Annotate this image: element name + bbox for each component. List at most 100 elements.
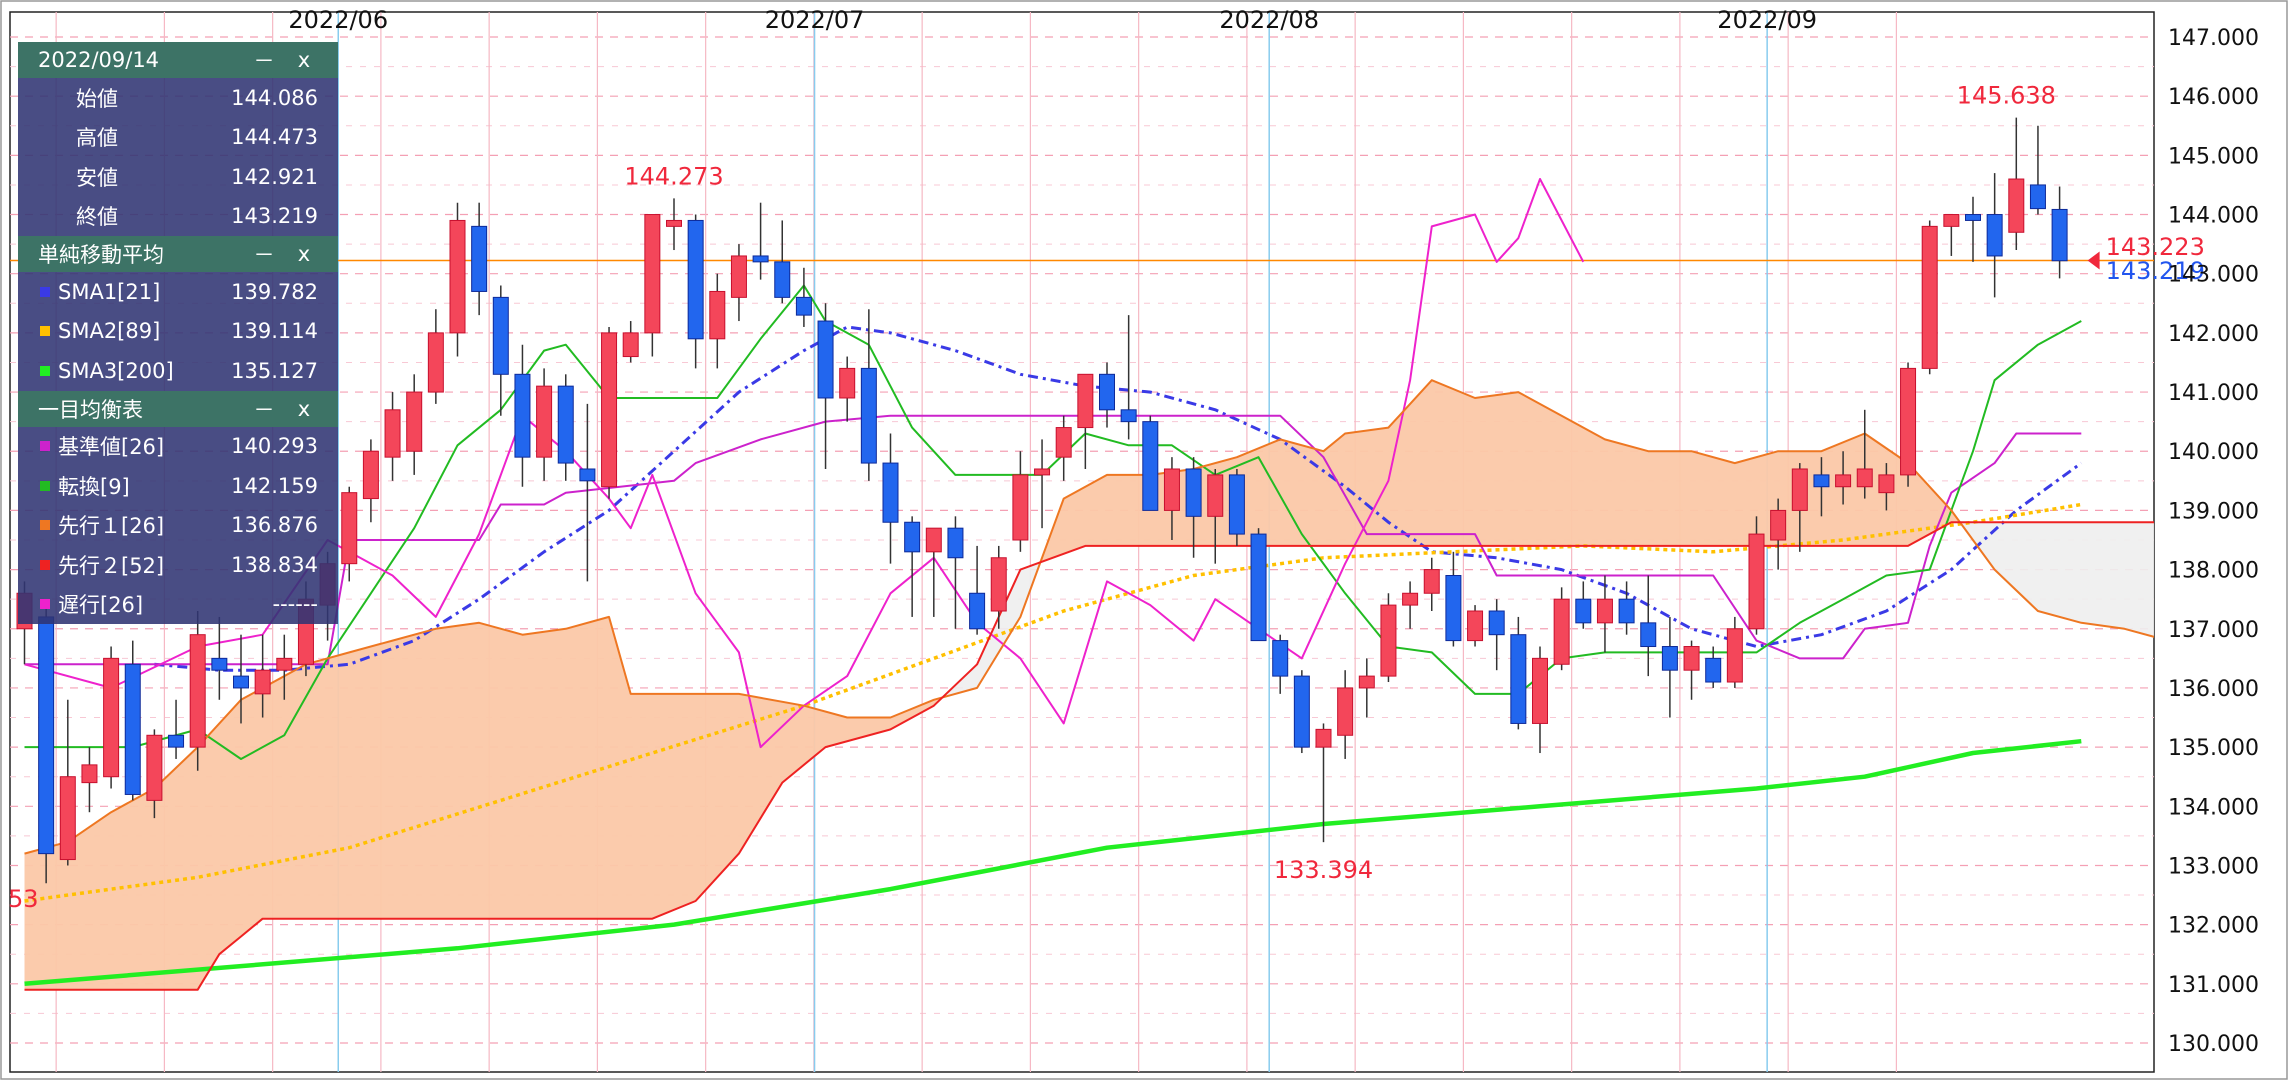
- candle-body: [1488, 610, 1505, 636]
- y-tick-label: 147.000: [2168, 26, 2259, 51]
- ichimoku-row-kijun: 基準値[26] 140.293: [18, 427, 338, 467]
- candle-body: [1142, 421, 1159, 511]
- candle-body: [1012, 474, 1029, 541]
- candle-body: [1250, 533, 1267, 642]
- candle-body: [1532, 657, 1548, 724]
- candle-body: [1661, 646, 1678, 671]
- ichimoku-panel-header[interactable]: 一目均衡表 － x: [18, 390, 338, 427]
- ichimoku-label: 遅行[26]: [58, 593, 144, 618]
- ichimoku-label: 先行１[26]: [58, 514, 165, 539]
- candle-body: [1077, 373, 1094, 429]
- y-tick-label: 142.000: [2168, 322, 2259, 347]
- ohlc-row-close: 終値 143.219: [18, 197, 338, 237]
- month-label: 2022/06: [288, 6, 388, 34]
- sma-label: SMA2[89]: [58, 319, 161, 344]
- candle-body: [1640, 622, 1657, 648]
- candle-body: [1770, 509, 1787, 541]
- y-tick-label: 139.000: [2168, 499, 2259, 524]
- ichimoku-label: 転換[9]: [58, 474, 130, 499]
- sma-panel-header[interactable]: 単純移動平均 － x: [18, 236, 338, 272]
- candle-body: [81, 764, 98, 784]
- candle-body: [427, 332, 444, 393]
- y-tick-label: 133.000: [2168, 854, 2259, 879]
- candle-body: [1748, 533, 1765, 630]
- candle-body: [536, 385, 553, 458]
- candle-body: [1423, 569, 1440, 594]
- candle-body: [276, 657, 293, 671]
- candle-body: [1510, 634, 1527, 724]
- span-a-color-marker: [40, 520, 50, 531]
- candle-body: [1207, 474, 1224, 517]
- candle-body: [1791, 468, 1808, 511]
- candlestick-chart[interactable]: 144.273145.638133.39453143.223143.219130…: [0, 0, 2288, 1080]
- candle-body: [1293, 675, 1310, 748]
- candle-body: [1055, 427, 1072, 458]
- ohlc-row-high: 高値 144.473: [18, 118, 338, 158]
- candle-body: [514, 373, 531, 458]
- candle-body: [860, 367, 877, 464]
- candle-body: [146, 734, 163, 801]
- ohlc-label: 始値: [76, 86, 118, 111]
- candle-body: [1228, 474, 1245, 535]
- ohlc-minimize-button[interactable]: －: [244, 45, 284, 75]
- sma-row-1: SMA1[21] 139.782: [18, 272, 338, 312]
- candle-body: [1813, 474, 1830, 488]
- candle-body: [601, 332, 618, 488]
- ohlc-row-low: 安値 142.921: [18, 157, 338, 197]
- candle-body: [384, 409, 401, 458]
- candle-body: [1943, 214, 1960, 227]
- sma-close-button[interactable]: x: [284, 242, 324, 266]
- candle-body: [341, 492, 358, 565]
- candle-body: [254, 669, 271, 695]
- candle-body: [1402, 592, 1419, 606]
- ichimoku-row-chikou: 遅行[26] ------: [18, 585, 338, 625]
- y-tick-label: 134.000: [2168, 795, 2259, 820]
- ohlc-panel-header[interactable]: 2022/09/14 － x: [18, 42, 338, 78]
- ichimoku-value: ------: [272, 592, 318, 617]
- sma-value: 139.782: [231, 279, 318, 304]
- y-tick-label: 137.000: [2168, 618, 2259, 643]
- candle-body: [1380, 604, 1397, 677]
- candle-body: [233, 675, 249, 689]
- candle-body: [709, 290, 726, 340]
- candle-body: [168, 734, 185, 748]
- candle-body: [557, 385, 574, 464]
- sma2-color-marker: [40, 326, 50, 337]
- candle-body: [492, 296, 509, 375]
- ichimoku-label: 基準値[26]: [58, 435, 165, 460]
- candle-body: [774, 261, 791, 298]
- ichimoku-value: 136.876: [231, 513, 318, 538]
- candle-body: [622, 332, 639, 358]
- candle-body: [2008, 178, 2025, 233]
- candle-body: [579, 468, 596, 482]
- y-tick-label: 144.000: [2168, 204, 2259, 229]
- candle-body: [1986, 214, 2003, 257]
- candle-body: [882, 462, 899, 523]
- candle-body: [59, 776, 76, 861]
- ichimoku-value: 138.834: [231, 552, 318, 577]
- candle-body: [1358, 675, 1375, 689]
- month-label: 2022/08: [1219, 6, 1319, 34]
- candle-body: [449, 219, 466, 334]
- sma-minimize-button[interactable]: －: [244, 239, 284, 269]
- ohlc-label: 高値: [76, 126, 118, 151]
- sma-row-3: SMA3[200] 135.127: [18, 351, 338, 391]
- ichimoku-row-span-a: 先行１[26] 136.876: [18, 506, 338, 546]
- candle-body: [666, 219, 682, 227]
- ichimoku-close-button[interactable]: x: [284, 397, 324, 421]
- ichimoku-label: 先行２[52]: [58, 553, 165, 578]
- chart-area[interactable]: 144.273 145.638 133.394 53 143.223 143.219 130…: [0, 0, 2288, 1080]
- ohlc-close-button[interactable]: x: [284, 48, 324, 72]
- candle-body: [1120, 409, 1137, 423]
- candle-body: [1900, 367, 1917, 476]
- candle-body: [406, 391, 423, 452]
- y-tick-label: 132.000: [2168, 914, 2259, 939]
- candle-body: [839, 367, 856, 399]
- candle-body: [471, 225, 488, 292]
- candle-body: [1163, 468, 1180, 511]
- ohlc-value: 144.473: [231, 125, 318, 150]
- candle-body: [1467, 610, 1484, 642]
- ohlc-value: 143.219: [231, 204, 318, 229]
- info-panel[interactable]: 2022/09/14 － x 始値 144.086 高値 144.473 安値 …: [18, 42, 338, 624]
- ichimoku-minimize-button[interactable]: －: [244, 394, 284, 424]
